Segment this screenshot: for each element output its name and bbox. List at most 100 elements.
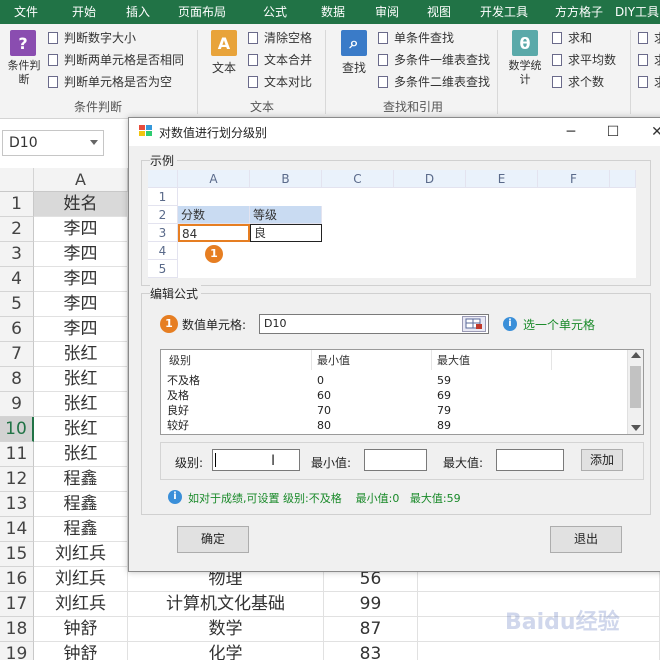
- tab-home[interactable]: 开始: [52, 0, 116, 24]
- tab-developer[interactable]: 开发工具: [464, 0, 544, 24]
- add-button[interactable]: 添加: [581, 449, 623, 471]
- condition-judge-button[interactable]: ? 条件判断: [4, 30, 42, 87]
- tab-page-layout[interactable]: 页面布局: [160, 0, 244, 24]
- cell-a[interactable]: 姓名: [34, 192, 128, 217]
- cell-a[interactable]: 程鑫: [34, 492, 128, 517]
- list-header-max[interactable]: 最大值: [437, 352, 470, 370]
- cell-a[interactable]: 李四: [34, 217, 128, 242]
- row-header[interactable]: 3: [0, 242, 34, 267]
- judge-cell-empty-button[interactable]: 判断单元格是否为空: [48, 72, 172, 92]
- tab-review[interactable]: 审阅: [360, 0, 414, 24]
- cell-a[interactable]: 程鑫: [34, 517, 128, 542]
- list-item[interactable]: 较好 80 89: [161, 419, 627, 433]
- scroll-up-icon[interactable]: [631, 352, 641, 358]
- range-picker-icon[interactable]: [462, 316, 486, 332]
- cell-b[interactable]: 化学: [128, 642, 324, 660]
- math-stats-button[interactable]: θ 数学统计: [504, 30, 546, 87]
- single-condition-lookup-button[interactable]: 单条件查找: [378, 28, 454, 48]
- grade-levels-list[interactable]: 级别 最小值 最大值 不及格 0 59 及格 60 69 良好 70 79 较好…: [160, 349, 644, 435]
- tab-fangfang[interactable]: 方方格子: [544, 0, 614, 24]
- lookup-button[interactable]: ⌕ 查找: [334, 30, 374, 76]
- cell-a[interactable]: 程鑫: [34, 467, 128, 492]
- value-cell-input[interactable]: D10: [259, 314, 489, 334]
- minimize-icon[interactable]: ─: [561, 122, 581, 142]
- tab-file[interactable]: 文件: [0, 0, 52, 24]
- list-item[interactable]: 良好 70 79: [161, 404, 627, 418]
- extra-button-3[interactable]: 求: [638, 72, 660, 92]
- row-header[interactable]: 11: [0, 442, 34, 467]
- row-header[interactable]: 2: [0, 217, 34, 242]
- text-button[interactable]: A 文本: [204, 30, 244, 76]
- sum-button[interactable]: 求和: [552, 28, 592, 48]
- row-header[interactable]: 16: [0, 567, 34, 592]
- maximize-icon[interactable]: ☐: [603, 122, 623, 142]
- average-button[interactable]: 求平均数: [552, 50, 616, 70]
- multi-condition-2d-lookup-button[interactable]: 多条件二维表查找: [378, 72, 490, 92]
- cell-a[interactable]: 张红: [34, 442, 128, 467]
- row-header[interactable]: 17: [0, 592, 34, 617]
- cell-a[interactable]: 钟舒: [34, 617, 128, 642]
- level-input[interactable]: Ⅰ: [212, 449, 300, 471]
- row-header[interactable]: 6: [0, 317, 34, 342]
- exit-button[interactable]: 退出: [550, 526, 622, 553]
- close-icon[interactable]: ✕: [647, 122, 660, 142]
- row-header[interactable]: 5: [0, 292, 34, 317]
- cell-a[interactable]: 刘红兵: [34, 542, 128, 567]
- chevron-down-icon[interactable]: [90, 140, 98, 145]
- cell-b[interactable]: 计算机文化基础: [128, 592, 324, 617]
- max-input[interactable]: [496, 449, 564, 471]
- clear-spaces-button[interactable]: 清除空格: [248, 28, 312, 48]
- text-merge-button[interactable]: 文本合并: [248, 50, 312, 70]
- row-header[interactable]: 7: [0, 342, 34, 367]
- row-header[interactable]: 19: [0, 642, 34, 660]
- min-input[interactable]: [364, 449, 427, 471]
- cell-a[interactable]: 张红: [34, 367, 128, 392]
- cell-c[interactable]: 99: [324, 592, 418, 617]
- tab-data[interactable]: 数据: [306, 0, 360, 24]
- tab-diy[interactable]: DIY工具: [614, 0, 660, 24]
- cell-a[interactable]: 刘红兵: [34, 592, 128, 617]
- row-header[interactable]: 18: [0, 617, 34, 642]
- cell-a[interactable]: 李四: [34, 317, 128, 342]
- row-header[interactable]: 4: [0, 267, 34, 292]
- judge-two-cells-same-button[interactable]: 判断两单元格是否相同: [48, 50, 184, 70]
- row-header[interactable]: 9: [0, 392, 34, 417]
- scroll-down-icon[interactable]: [631, 425, 641, 431]
- cell-a[interactable]: 张红: [34, 392, 128, 417]
- multi-condition-1d-lookup-button[interactable]: 多条件一维表查找: [378, 50, 490, 70]
- list-header-level[interactable]: 级别: [169, 352, 191, 370]
- tab-view[interactable]: 视图: [414, 0, 464, 24]
- list-item[interactable]: 及格 60 69: [161, 389, 627, 403]
- list-header-min[interactable]: 最小值: [317, 352, 350, 370]
- cell-a[interactable]: 张红: [34, 342, 128, 367]
- tab-formulas[interactable]: 公式: [244, 0, 306, 24]
- ok-button[interactable]: 确定: [177, 526, 249, 553]
- row-header[interactable]: 15: [0, 542, 34, 567]
- row-header[interactable]: 8: [0, 367, 34, 392]
- cell-c[interactable]: 83: [324, 642, 418, 660]
- cell-a[interactable]: 钟舒: [34, 642, 128, 660]
- cell-a[interactable]: 李四: [34, 267, 128, 292]
- column-header-a[interactable]: A: [34, 168, 128, 192]
- name-box[interactable]: D10: [2, 130, 104, 156]
- extra-button-2[interactable]: 求: [638, 50, 660, 70]
- count-button[interactable]: 求个数: [552, 72, 604, 92]
- list-item[interactable]: 不及格 0 59: [161, 374, 627, 388]
- select-all-corner[interactable]: [0, 168, 34, 192]
- scroll-thumb[interactable]: [630, 366, 641, 408]
- cell-a[interactable]: 刘红兵: [34, 567, 128, 592]
- row-header[interactable]: 13: [0, 492, 34, 517]
- cell-b[interactable]: 数学: [128, 617, 324, 642]
- cell-d[interactable]: [418, 642, 660, 660]
- extra-button-1[interactable]: 求: [638, 28, 660, 48]
- cell-c[interactable]: 87: [324, 617, 418, 642]
- row-header[interactable]: 14: [0, 517, 34, 542]
- cell-a[interactable]: 李四: [34, 292, 128, 317]
- row-header[interactable]: 1: [0, 192, 34, 217]
- list-scrollbar[interactable]: [627, 350, 643, 434]
- judge-number-size-button[interactable]: 判断数字大小: [48, 28, 136, 48]
- tab-insert[interactable]: 插入: [116, 0, 160, 24]
- cell-a[interactable]: 李四: [34, 242, 128, 267]
- row-header[interactable]: 10: [0, 417, 34, 442]
- text-compare-button[interactable]: 文本对比: [248, 72, 312, 92]
